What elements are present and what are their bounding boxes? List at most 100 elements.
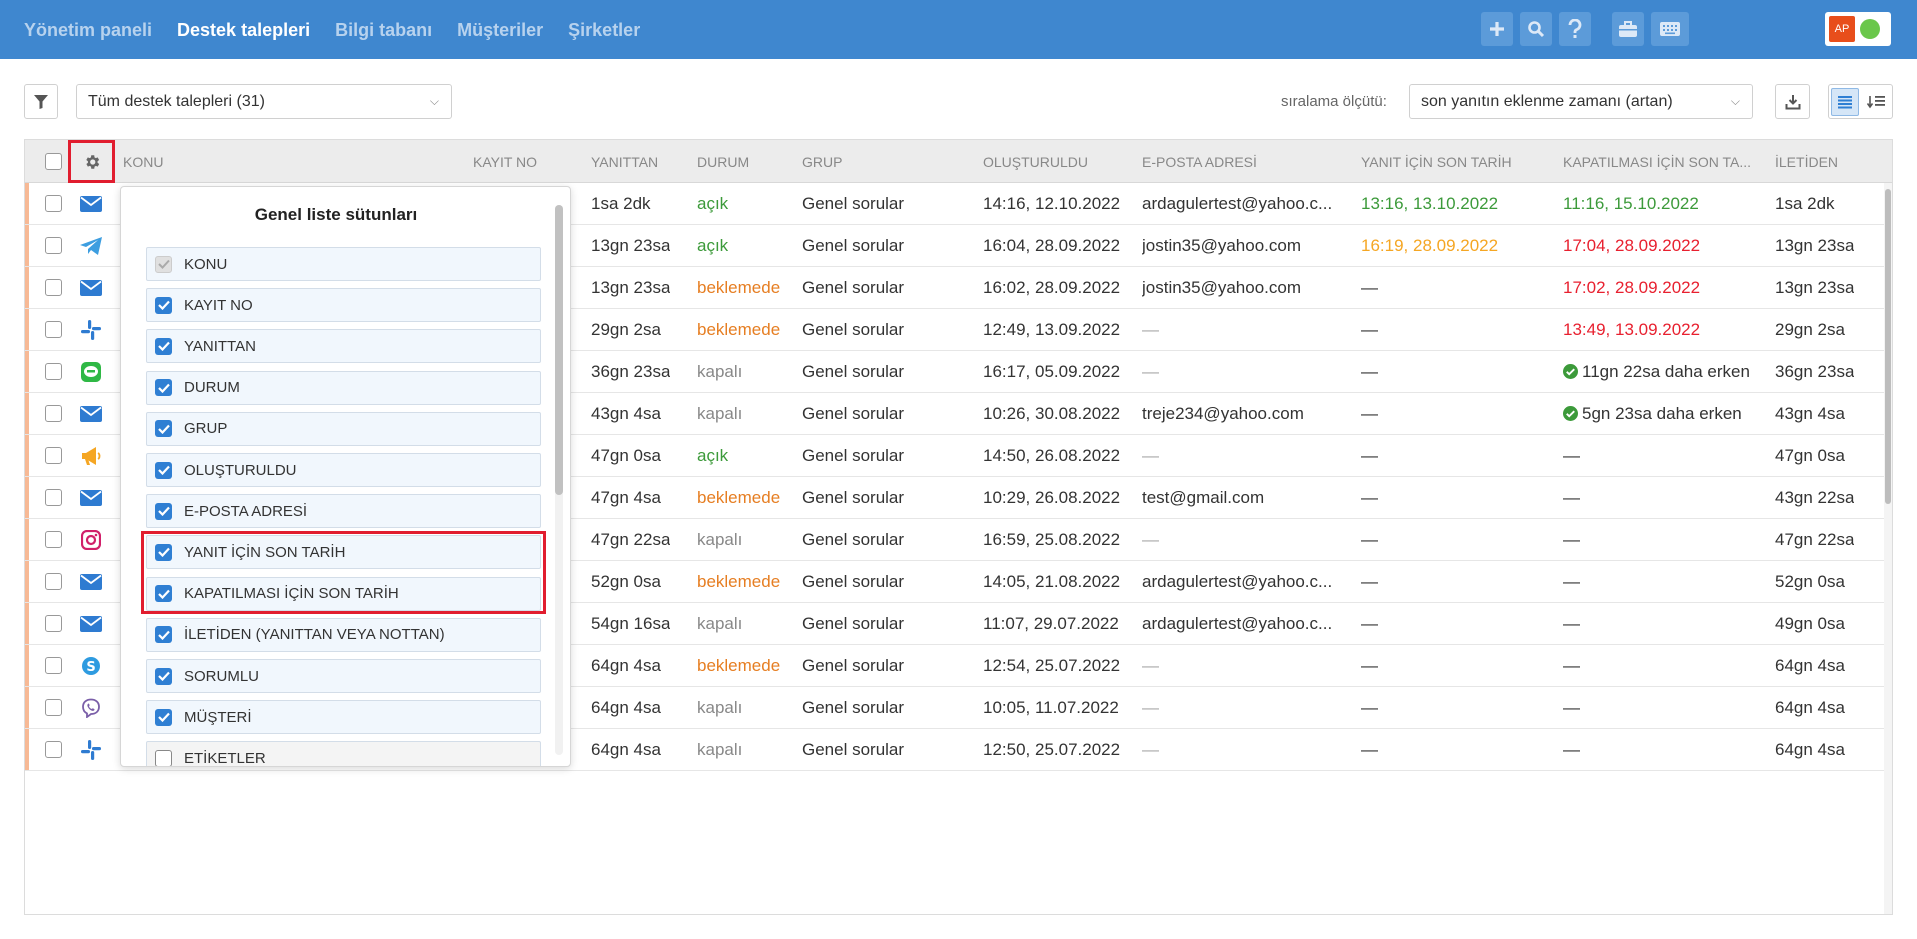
reply-deadline: — bbox=[1361, 404, 1378, 423]
nav-dashboard[interactable]: Yönetim paneli bbox=[24, 20, 152, 41]
column-checkbox[interactable] bbox=[155, 543, 172, 561]
column-option[interactable]: KONU bbox=[146, 247, 541, 281]
sort-select[interactable]: son yanıtın eklenme zamanı (artan) ⌵ bbox=[1409, 84, 1753, 119]
nav-knowledge-base[interactable]: Bilgi tabanı bbox=[335, 20, 432, 41]
row-checkbox[interactable] bbox=[45, 279, 62, 296]
header-reply-deadline[interactable]: YANIT İÇİN SON TARİH bbox=[1361, 154, 1512, 170]
header-close-deadline[interactable]: KAPATILMASI İÇİN SON TA... bbox=[1563, 154, 1763, 170]
row-checkbox[interactable] bbox=[45, 657, 62, 674]
add-button[interactable] bbox=[1481, 12, 1513, 46]
column-option[interactable]: DURUM bbox=[146, 370, 541, 405]
column-option[interactable]: GRUP bbox=[146, 411, 541, 446]
user-menu[interactable]: AP bbox=[1825, 12, 1891, 46]
checkmark-icon bbox=[157, 630, 170, 640]
since-message: 29gn 2sa bbox=[1775, 320, 1845, 339]
compact-view-button[interactable] bbox=[1863, 88, 1890, 116]
sort-list-icon bbox=[1867, 95, 1886, 108]
column-settings-button[interactable] bbox=[68, 140, 115, 183]
column-option-label: E-POSTA ADRESİ bbox=[184, 502, 308, 520]
row-checkbox[interactable] bbox=[45, 321, 62, 338]
status-badge: açık bbox=[697, 446, 729, 465]
column-option[interactable]: SORUMLU bbox=[146, 659, 541, 693]
row-checkbox[interactable] bbox=[45, 573, 62, 590]
row-marker bbox=[25, 435, 29, 476]
row-checkbox[interactable] bbox=[45, 405, 62, 422]
keyboard-button[interactable] bbox=[1651, 12, 1689, 46]
export-button[interactable] bbox=[1775, 84, 1810, 119]
column-option[interactable]: OLUŞTURULDU bbox=[146, 453, 541, 487]
since-message: 52gn 0sa bbox=[1775, 572, 1845, 591]
row-checkbox[interactable] bbox=[45, 615, 62, 632]
row-checkbox[interactable] bbox=[45, 741, 62, 758]
column-checkbox[interactable] bbox=[155, 502, 172, 520]
column-option[interactable]: E-POSTA ADRESİ bbox=[146, 494, 541, 529]
column-option[interactable]: ETİKETLER bbox=[146, 741, 541, 766]
column-checkbox[interactable] bbox=[155, 379, 172, 397]
header-record[interactable]: KAYIT NO bbox=[473, 154, 537, 170]
row-checkbox[interactable] bbox=[45, 531, 62, 548]
column-checkbox[interactable] bbox=[155, 296, 172, 314]
column-checkbox[interactable] bbox=[155, 626, 172, 644]
nav-customers[interactable]: Müşteriler bbox=[457, 20, 543, 41]
column-checkbox[interactable] bbox=[155, 585, 172, 603]
row-checkbox[interactable] bbox=[45, 699, 62, 716]
customer-email: treje234@yahoo.com bbox=[1142, 404, 1304, 423]
header-subject[interactable]: KONU bbox=[123, 154, 163, 170]
column-checkbox[interactable] bbox=[155, 708, 172, 726]
toolbox-button[interactable] bbox=[1612, 12, 1644, 46]
line-icon bbox=[78, 359, 104, 385]
table-scrollbar[interactable] bbox=[1884, 183, 1892, 914]
since-reply: 13gn 23sa bbox=[591, 236, 671, 255]
column-option[interactable]: İLETİDEN (YANITTAN VEYA NOTTAN) bbox=[146, 617, 541, 652]
header-email[interactable]: E-POSTA ADRESİ bbox=[1142, 154, 1257, 170]
column-checkbox[interactable] bbox=[155, 461, 172, 479]
row-checkbox[interactable] bbox=[45, 363, 62, 380]
close-deadline-text: — bbox=[1563, 446, 1580, 465]
created-at: 16:04, 28.09.2022 bbox=[983, 236, 1121, 255]
select-all-checkbox[interactable] bbox=[45, 153, 62, 170]
row-checkbox[interactable] bbox=[45, 195, 62, 212]
created-at: 12:49, 13.09.2022 bbox=[983, 320, 1121, 339]
header-created[interactable]: OLUŞTURULDU bbox=[983, 154, 1088, 170]
close-deadline-text: — bbox=[1563, 488, 1580, 507]
since-reply: 54gn 16sa bbox=[591, 614, 671, 633]
created-at: 16:59, 25.08.2022 bbox=[983, 530, 1121, 549]
ticket-filter-select[interactable]: Tüm destek talepleri (31) ⌵ bbox=[76, 84, 452, 119]
column-option[interactable]: KAYIT NO bbox=[146, 288, 541, 323]
header-since-reply[interactable]: YANITTAN bbox=[591, 154, 658, 170]
column-option[interactable]: YANIT İÇİN SON TARİH bbox=[146, 535, 541, 570]
search-button[interactable] bbox=[1520, 12, 1552, 46]
row-checkbox[interactable] bbox=[45, 489, 62, 506]
header-since-message[interactable]: İLETİDEN bbox=[1775, 154, 1838, 170]
scrollbar-thumb[interactable] bbox=[1885, 189, 1891, 504]
slack-icon bbox=[78, 737, 104, 763]
row-checkbox[interactable] bbox=[45, 447, 62, 464]
column-checkbox[interactable] bbox=[155, 749, 172, 766]
close-deadline-text: 11:16, 15.10.2022 bbox=[1563, 194, 1699, 213]
column-option-label: KAYIT NO bbox=[184, 296, 253, 314]
header-status[interactable]: DURUM bbox=[697, 154, 749, 170]
row-checkbox[interactable] bbox=[45, 237, 62, 254]
column-option[interactable]: YANITTAN bbox=[146, 329, 541, 364]
nav-tickets[interactable]: Destek talepleri bbox=[177, 20, 310, 41]
reply-deadline: — bbox=[1361, 698, 1378, 717]
ticket-group: Genel sorular bbox=[802, 236, 905, 255]
column-option[interactable]: MÜŞTERİ bbox=[146, 700, 541, 735]
header-group[interactable]: GRUP bbox=[802, 154, 842, 170]
column-option-label: KAPATILMASI İÇİN SON TARİH bbox=[184, 585, 399, 603]
nav-companies[interactable]: Şirketler bbox=[568, 20, 640, 41]
help-button[interactable] bbox=[1559, 12, 1591, 46]
created-at: 16:02, 28.09.2022 bbox=[983, 278, 1121, 297]
column-checkbox[interactable] bbox=[155, 667, 172, 685]
customer-email: — bbox=[1142, 446, 1159, 465]
column-option[interactable]: KAPATILMASI İÇİN SON TARİH bbox=[146, 576, 541, 611]
dropdown-scrollbar[interactable] bbox=[555, 205, 563, 755]
dropdown-scrollbar-thumb[interactable] bbox=[555, 205, 563, 495]
column-checkbox[interactable] bbox=[155, 255, 172, 273]
column-checkbox[interactable] bbox=[155, 420, 172, 438]
reply-deadline: — bbox=[1361, 446, 1378, 465]
ticket-group: Genel sorular bbox=[802, 656, 905, 675]
column-checkbox[interactable] bbox=[155, 337, 172, 355]
filter-button[interactable] bbox=[24, 84, 58, 119]
list-view-button[interactable] bbox=[1831, 87, 1859, 116]
